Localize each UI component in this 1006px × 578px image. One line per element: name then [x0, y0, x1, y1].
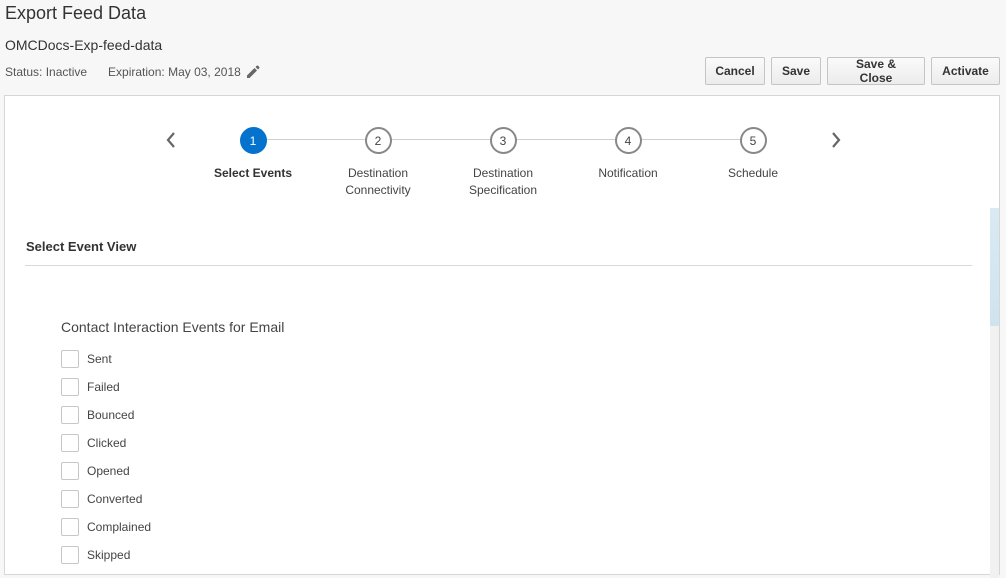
main-panel: 1 Select Events 2 Destination Connectivi…	[4, 95, 1000, 578]
checkbox[interactable]	[61, 406, 79, 424]
save-button[interactable]: Save	[771, 57, 821, 85]
checkbox[interactable]	[61, 490, 79, 508]
event-group-title: Contact Interaction Events for Email	[61, 319, 285, 335]
event-option-opened[interactable]: Opened	[61, 457, 151, 485]
checkbox-label: Bounced	[87, 408, 135, 422]
status-text: Status: Inactive	[5, 65, 88, 79]
step-label: Select Events	[213, 166, 293, 180]
checkbox-label: Converted	[87, 492, 143, 506]
step-number: 2	[364, 127, 392, 154]
step-number: 3	[489, 127, 517, 154]
checkbox-label: Sent	[87, 352, 112, 366]
feed-meta: Status: Inactive Expiration: May 03, 201…	[5, 64, 261, 80]
train-step-schedule[interactable]: 5 Schedule	[698, 127, 808, 182]
checkbox[interactable]	[61, 434, 79, 452]
step-train: 1 Select Events 2 Destination Connectivi…	[5, 96, 999, 206]
step-label: Destination Specification	[468, 166, 538, 197]
action-toolbar: Cancel Save Save & Close Activate	[705, 57, 1000, 85]
event-option-failed[interactable]: Failed	[61, 373, 151, 401]
checkbox-label: Failed	[87, 380, 120, 394]
event-option-complained[interactable]: Complained	[61, 513, 151, 541]
vertical-scrollbar[interactable]	[990, 208, 999, 578]
page-title: Export Feed Data	[5, 3, 147, 23]
step-number: 5	[739, 127, 767, 154]
feed-name: OMCDocs-Exp-feed-data	[5, 37, 163, 53]
checkbox[interactable]	[61, 518, 79, 536]
chevron-left-icon[interactable]	[161, 128, 181, 152]
checkbox[interactable]	[61, 378, 79, 396]
step-number: 4	[614, 127, 642, 154]
train-step-destination-specification[interactable]: 3 Destination Specification	[448, 127, 558, 199]
section-header: Select Event View	[26, 239, 137, 254]
activate-button[interactable]: Activate	[931, 57, 1000, 85]
event-option-converted[interactable]: Converted	[61, 485, 151, 513]
checkbox-label: Skipped	[87, 548, 131, 562]
step-label: Schedule	[727, 166, 779, 180]
save-close-button[interactable]: Save & Close	[827, 57, 925, 85]
chevron-right-icon[interactable]	[826, 128, 846, 152]
checkbox[interactable]	[61, 546, 79, 564]
event-checkbox-list: Sent Failed Bounced Clicked Opened Conve…	[61, 345, 151, 569]
event-option-clicked[interactable]: Clicked	[61, 429, 151, 457]
scrollbar-thumb[interactable]	[990, 208, 999, 326]
expiration-text: Expiration: May 03, 2018	[108, 65, 241, 79]
event-option-sent[interactable]: Sent	[61, 345, 151, 373]
train-step-destination-connectivity[interactable]: 2 Destination Connectivity	[323, 127, 433, 199]
train-step-select-events[interactable]: 1 Select Events	[198, 127, 308, 182]
checkbox-label: Complained	[87, 520, 152, 534]
section-divider	[25, 265, 972, 266]
cancel-button[interactable]: Cancel	[705, 57, 765, 85]
checkbox-label: Opened	[87, 464, 130, 478]
checkbox[interactable]	[61, 350, 79, 368]
step-number: 1	[239, 127, 267, 154]
pencil-icon[interactable]	[245, 64, 261, 80]
step-label: Destination Connectivity	[345, 166, 411, 197]
train-step-notification[interactable]: 4 Notification	[573, 127, 683, 182]
event-option-bounced[interactable]: Bounced	[61, 401, 151, 429]
checkbox-label: Clicked	[87, 436, 127, 450]
checkbox[interactable]	[61, 462, 79, 480]
step-label: Notification	[598, 166, 658, 180]
